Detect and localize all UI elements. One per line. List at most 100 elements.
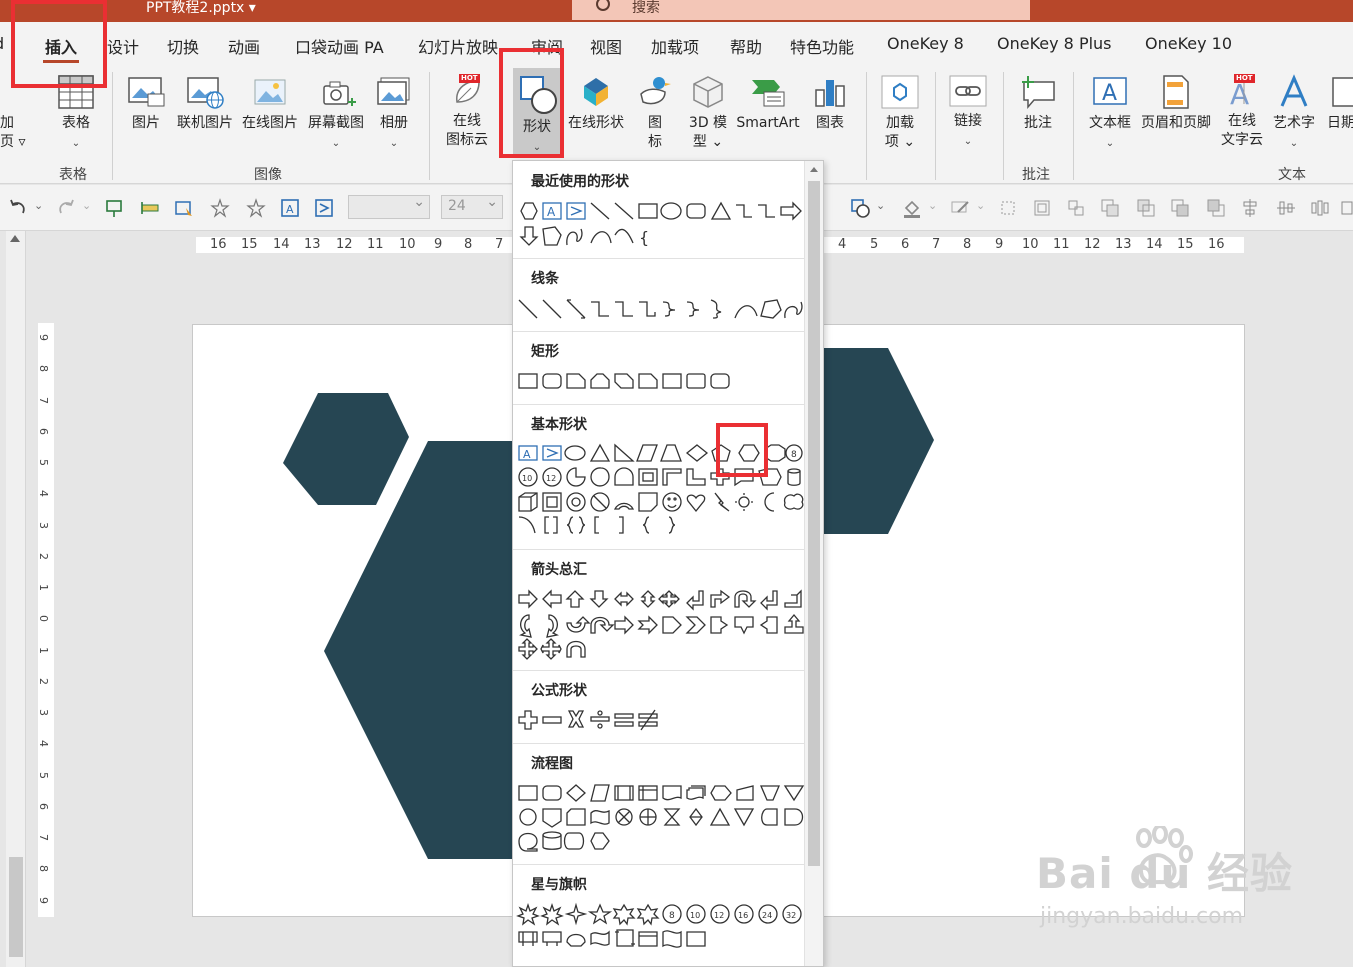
chevron-down-icon: ⌄ [1105,138,1115,149]
link-button[interactable]: 链接 ⌄ [946,74,990,151]
textbox-label: 文本框 [1089,115,1131,131]
tab-slideshow[interactable]: 幻灯片放映 [418,34,498,58]
more-icon[interactable] [1340,198,1353,218]
ruler-tick: 6 [37,803,50,810]
ruler-tick: 3 [37,522,50,529]
textbox-button[interactable]: A 文本框 ⌄ [1086,74,1134,153]
highlight-shapes-button [499,48,564,158]
bring-to-front-icon[interactable] [1206,198,1226,218]
send-to-back-icon[interactable] [1170,198,1190,218]
arrow-shapes-grid[interactable] [515,587,805,661]
ruler-tick: 10 [1022,237,1039,252]
bring-forward-icon[interactable] [1100,198,1120,218]
document-title[interactable]: PPT教程2.pptx ▾ [146,0,256,17]
addins-button[interactable]: 加载 项 ⌄ [878,74,922,152]
chevron-down-icon[interactable]: ⌄ [34,199,43,212]
scrollbar-thumb[interactable] [808,181,820,866]
align-center-icon[interactable] [1240,198,1260,218]
smartart-button[interactable]: SmartArt [734,74,802,133]
present-icon[interactable] [104,198,124,218]
star-outline-icon[interactable] [210,198,230,218]
smartart-icon [752,80,785,107]
online-shapes-button[interactable]: 在线形状 [566,74,626,133]
panel-scrollbar[interactable] [804,161,823,966]
icons-button[interactable]: 图 标 [636,74,674,152]
tab-design[interactable]: 设计 [107,34,139,58]
addins-label-1: 加载 [886,115,914,131]
distribute-icon[interactable] [1310,198,1330,218]
chevron-down-icon: ⌄ [963,136,973,147]
album-button[interactable]: 相册 ⌄ [373,74,415,153]
group-comments-label: 批注 [1022,167,1050,183]
chevron-down-icon[interactable]: ⌄ [82,199,91,212]
picture-button[interactable]: 图片 [126,74,166,133]
bar-chart-icon [815,80,845,107]
scrollbar-thumb[interactable] [9,857,23,957]
date-button[interactable]: 日期 [1321,74,1353,133]
undo-icon[interactable] [8,198,28,218]
title-bar: PPT教程2.pptx ▾ 搜索 [0,0,1353,22]
decagon-10-label: 10 [522,474,532,483]
tab-onekey8[interactable]: OneKey 8 [887,34,964,53]
scroll-up-icon[interactable] [10,235,20,242]
comment-button[interactable]: 批注 [1016,74,1060,133]
chart-button[interactable]: 图表 [811,74,849,133]
group-icon[interactable] [1032,198,1052,218]
redo-icon[interactable] [56,198,76,218]
online-pictures-button[interactable]: 联机图片 [175,74,235,133]
tab-addins[interactable]: 加载项 [651,34,699,58]
tab-onekey10[interactable]: OneKey 10 [1145,34,1232,53]
send-backward-icon[interactable] [1136,198,1156,218]
screenshot-button[interactable]: 屏幕截图 ⌄ [304,74,368,153]
chevron-down-icon[interactable]: ⌄ [928,199,937,212]
scroll-up-icon[interactable] [810,167,818,172]
online-pictures2-button[interactable]: 在线图片 [239,74,301,133]
stars-shapes-grid[interactable]: 8 10 12 16 24 32 [515,902,805,952]
pen-icon[interactable] [950,198,970,218]
paint-bucket-icon[interactable] [902,198,922,218]
online-icon-label-1: 在线 [453,113,481,129]
font-name-select[interactable] [348,194,430,219]
star-outline-icon[interactable] [246,198,266,218]
ruler-tick: 15 [241,237,258,252]
tab-onekey8plus[interactable]: OneKey 8 Plus [997,34,1112,53]
shapes-gallery-panel: 最近使用的形状 A { 线条 矩形 基本形状 A 8 10 12 箭头总汇 公式… [512,160,824,967]
lines-shapes-row[interactable] [515,296,805,322]
select-shape-icon[interactable] [174,198,194,218]
textbox-a-icon[interactable]: A [280,198,300,218]
tab-animations[interactable]: 动画 [228,34,260,58]
chevron-down-icon[interactable]: ⌄ [976,199,985,212]
ruler-tick: 8 [963,237,972,252]
header-footer-button[interactable]: 页眉和页脚 [1136,74,1216,133]
align-middle-icon[interactable] [1276,198,1296,218]
wordart-button[interactable]: 艺术字 ⌄ [1270,74,1318,153]
tab-transitions[interactable]: 切换 [167,34,199,58]
rect-shapes-row[interactable] [515,369,805,395]
tab-help[interactable]: 帮助 [730,34,762,58]
flowchart-shapes-grid[interactable] [515,781,805,855]
3d-models-button[interactable]: 3D 模 型 ⌄ [686,74,730,152]
shape-fill-icon[interactable] [850,198,870,218]
tab-partial[interactable]: d [0,34,4,53]
tab-view[interactable]: 视图 [590,34,622,58]
online-icon-cloud-button[interactable]: HOT 在线 图标云 [441,74,493,150]
search-box[interactable]: 搜索 [572,0,1030,20]
equation-shapes-row[interactable] [515,707,805,733]
hot-badge: HOT [1234,74,1255,83]
online-wordcloud-button[interactable]: HOT A 在线 文字云 [1216,74,1268,150]
tab-features[interactable]: 特色功能 [790,34,854,58]
align-icon[interactable] [140,198,160,218]
ungroup-icon[interactable] [1066,198,1086,218]
textbox-arrow-icon[interactable] [314,198,334,218]
addin-partial-button[interactable]: 加 页 ▿ [0,114,25,152]
recent-shapes-row[interactable]: A { [515,199,805,249]
chevron-down-icon[interactable]: ⌄ [876,199,885,212]
section-flowchart-title: 流程图 [531,756,573,772]
ruler-tick: 8 [464,237,473,252]
picture-label: 图片 [132,115,160,131]
vertical-scrollbar[interactable] [6,231,26,967]
tab-pocket-animation[interactable]: 口袋动画 PA [295,34,384,58]
crop-icon[interactable] [998,198,1018,218]
font-size-select[interactable]: 24 [441,194,503,219]
ruler-tick: 5 [37,772,50,779]
